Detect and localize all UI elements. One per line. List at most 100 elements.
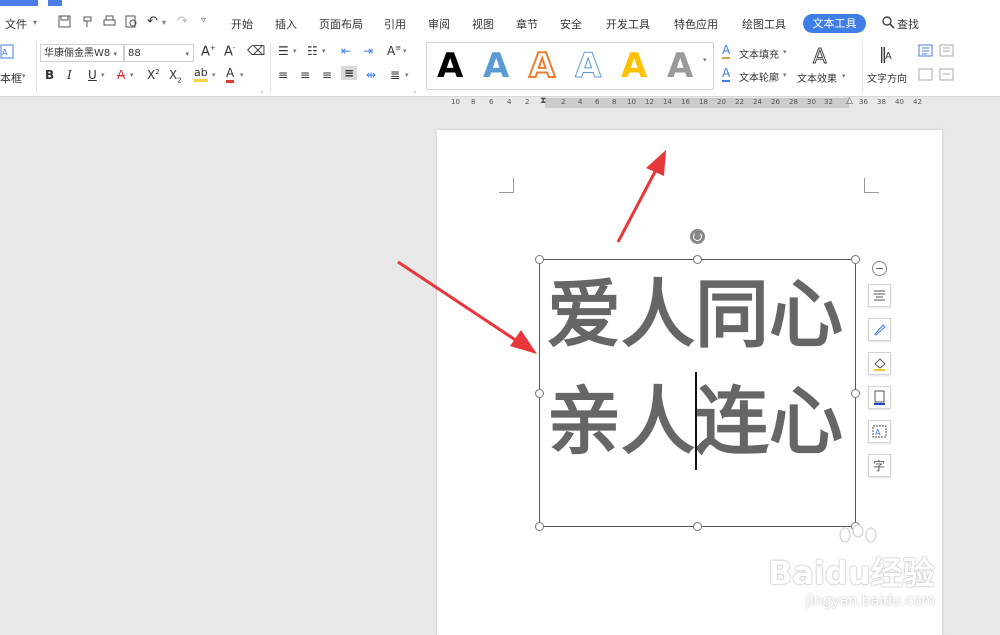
increase-indent-icon[interactable]: ⇥: [363, 44, 373, 58]
font-color-icon[interactable]: A: [226, 66, 235, 83]
selected-text-box[interactable]: 爱人同心 亲人连心: [539, 259, 856, 527]
doc-tab-indicator[interactable]: [0, 0, 38, 6]
text-fill-dropdown-icon[interactable]: ▾: [783, 48, 787, 56]
print-preview-icon[interactable]: [125, 15, 138, 28]
line-spacing-icon[interactable]: ≣: [390, 68, 400, 82]
format-painter-icon[interactable]: [81, 15, 94, 28]
tab-page-layout[interactable]: 页面布局: [319, 16, 363, 32]
tab-section[interactable]: 章节: [516, 16, 538, 32]
save-icon[interactable]: [58, 15, 71, 28]
horizontal-ruler[interactable]: 10 8 6 4 2 ⧗ 2 4 6 8 10 12 14 16 18 20 2…: [445, 96, 925, 110]
bold-icon[interactable]: B: [45, 68, 54, 82]
text-effect-button[interactable]: 字: [868, 454, 891, 477]
decrease-indent-icon[interactable]: ⇤: [341, 44, 351, 58]
highlight-dropdown-icon[interactable]: ▾: [212, 71, 216, 79]
font-dialog-launcher-icon[interactable]: ⌟: [260, 86, 263, 94]
resize-handle-nw[interactable]: [535, 255, 544, 264]
strikethrough-dropdown-icon[interactable]: ▾: [130, 71, 134, 79]
font-size-select[interactable]: 88 ▾: [124, 44, 194, 62]
text-outline-icon[interactable]: A: [722, 67, 731, 82]
text-effects-dropdown-icon[interactable]: ▾: [842, 72, 846, 80]
text-box-settings-button[interactable]: A: [868, 420, 891, 443]
style-gold[interactable]: A: [621, 47, 647, 85]
indent-marker-icon[interactable]: ⧗: [540, 96, 546, 106]
paragraph-dialog-launcher-icon[interactable]: ⌟: [413, 86, 416, 94]
text-fill-label[interactable]: 文本填充: [739, 46, 779, 61]
textbox-label[interactable]: 本框: [0, 70, 22, 86]
tab-review[interactable]: 审阅: [428, 16, 450, 32]
doc-tab-indicator-2[interactable]: [48, 0, 62, 6]
undo-icon[interactable]: ↶: [147, 14, 158, 29]
tab-security[interactable]: 安全: [560, 16, 582, 32]
text-unlink-icon[interactable]: [939, 68, 954, 81]
resize-handle-sw[interactable]: [535, 522, 544, 531]
layout-options-button[interactable]: [868, 284, 891, 307]
tab-text-tools[interactable]: 文本工具: [803, 14, 866, 33]
search-label[interactable]: 查找: [897, 16, 919, 32]
grow-font-icon[interactable]: A+: [201, 44, 216, 59]
italic-icon[interactable]: I: [67, 68, 72, 82]
tab-start[interactable]: 开始: [231, 16, 253, 32]
underline-icon[interactable]: U: [88, 68, 97, 82]
resize-handle-e[interactable]: [851, 389, 860, 398]
redo-icon[interactable]: ↷: [177, 14, 188, 29]
resize-handle-w[interactable]: [535, 389, 544, 398]
shrink-font-icon[interactable]: A-: [224, 44, 235, 59]
tab-developer[interactable]: 开发工具: [606, 16, 650, 32]
text-size-adjust-icon[interactable]: A≡: [387, 44, 401, 58]
tab-drawing-tools[interactable]: 绘图工具: [742, 16, 786, 32]
print-icon[interactable]: [103, 15, 116, 28]
tab-view[interactable]: 视图: [472, 16, 494, 32]
textbox-icon[interactable]: A: [0, 44, 14, 60]
shape-style-button[interactable]: [868, 318, 891, 341]
collapse-tools-icon[interactable]: [872, 261, 887, 276]
tab-special-apps[interactable]: 特色应用: [674, 16, 718, 32]
style-gray-gradient[interactable]: A: [667, 47, 693, 85]
text-wrap-icon[interactable]: [918, 44, 933, 57]
text-outline-dropdown-icon[interactable]: ▾: [783, 71, 787, 79]
underline-dropdown-icon[interactable]: ▾: [101, 71, 105, 79]
font-name-select[interactable]: 华康俪金黑W8 ▾: [40, 44, 124, 62]
text-outline-label[interactable]: 文本轮廓: [739, 69, 779, 84]
search-icon[interactable]: [882, 16, 895, 29]
gallery-more-icon[interactable]: ▾: [703, 56, 707, 64]
align-center-icon[interactable]: ≡: [300, 68, 310, 82]
tab-references[interactable]: 引用: [384, 16, 406, 32]
style-blue-outline[interactable]: A: [574, 47, 601, 86]
text-link-icon[interactable]: [939, 44, 954, 57]
text-fill-icon[interactable]: A: [722, 44, 731, 59]
chevron-down-icon[interactable]: ▾: [33, 18, 37, 27]
right-indent-marker-icon[interactable]: △: [846, 96, 853, 106]
textbox-dropdown-icon[interactable]: ▾: [22, 72, 26, 80]
bullet-list-icon[interactable]: ☰: [278, 44, 289, 58]
resize-handle-n[interactable]: [693, 255, 702, 264]
line-spacing-dropdown-icon[interactable]: ▾: [405, 71, 409, 79]
text-align-box-icon[interactable]: [918, 68, 933, 81]
style-black[interactable]: A: [437, 47, 463, 85]
rotate-handle-icon[interactable]: [690, 229, 705, 244]
text-direction-label[interactable]: 文字方向: [867, 70, 907, 85]
undo-dropdown-icon[interactable]: ▾: [162, 18, 166, 27]
text-direction-icon[interactable]: ‖A: [879, 44, 892, 63]
text-effects-icon[interactable]: A: [813, 44, 828, 69]
resize-handle-ne[interactable]: [851, 255, 860, 264]
fill-button[interactable]: [868, 352, 891, 375]
numbered-dropdown-icon[interactable]: ▾: [322, 47, 326, 55]
align-justify-icon[interactable]: ≡: [341, 66, 358, 80]
text-effects-label[interactable]: 文本效果: [797, 70, 837, 85]
align-left-icon[interactable]: ≡: [278, 68, 288, 82]
customize-toolbar-icon[interactable]: ▿: [201, 15, 206, 26]
superscript-icon[interactable]: X2: [147, 68, 160, 82]
bullet-dropdown-icon[interactable]: ▾: [293, 47, 297, 55]
distributed-align-icon[interactable]: ⇹: [366, 68, 376, 82]
highlight-icon[interactable]: ab: [194, 66, 208, 82]
font-color-dropdown-icon[interactable]: ▾: [240, 71, 244, 79]
style-orange-outline[interactable]: A: [528, 46, 556, 86]
tab-insert[interactable]: 插入: [275, 16, 297, 32]
subscript-icon[interactable]: X2: [169, 68, 182, 84]
strikethrough-icon[interactable]: A: [117, 68, 125, 82]
text-line-1[interactable]: 爱人同心: [547, 275, 843, 355]
clear-format-icon[interactable]: ⌫: [247, 44, 265, 59]
numbered-list-icon[interactable]: ☷: [307, 44, 318, 58]
style-blue[interactable]: A: [483, 47, 509, 85]
